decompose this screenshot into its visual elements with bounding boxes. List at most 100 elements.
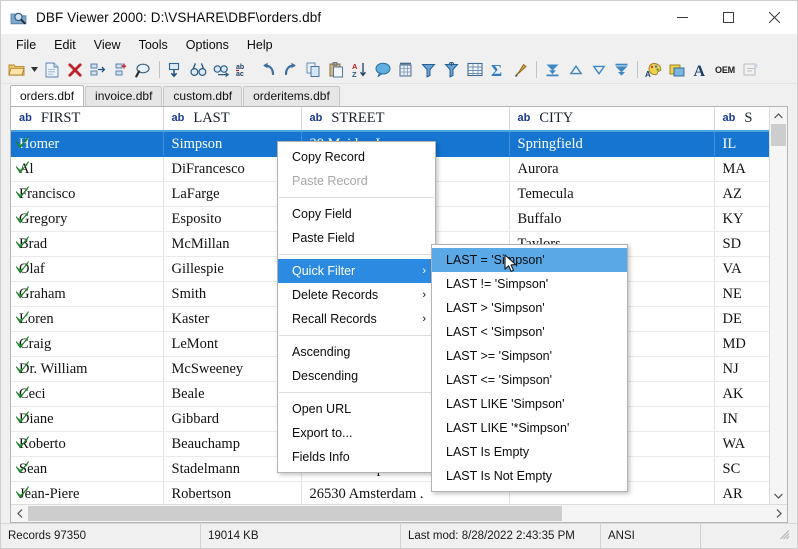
cell-state[interactable]: IN [714, 406, 769, 432]
vertical-scrollbar[interactable] [769, 107, 787, 504]
scroll-down-button[interactable] [770, 487, 787, 504]
cell-first[interactable]: Homer [11, 131, 164, 157]
cell-first[interactable]: Al [11, 156, 164, 182]
cell-city[interactable]: Buffalo [509, 206, 715, 232]
paste-icon[interactable] [325, 58, 348, 81]
cell-first[interactable]: Loren [11, 306, 164, 332]
quick-filter-option[interactable]: LAST LIKE 'Simpson' [432, 392, 627, 416]
cell-first[interactable]: Graham [11, 281, 164, 307]
quick-filter-option[interactable]: LAST <= 'Simpson' [432, 368, 627, 392]
cell-first[interactable]: Sean [11, 456, 164, 482]
menu-view[interactable]: View [85, 35, 130, 55]
goto-record-icon[interactable] [164, 58, 187, 81]
cell-state[interactable]: SC [714, 456, 769, 482]
table-grid-icon[interactable] [463, 58, 486, 81]
first-record-icon[interactable] [541, 58, 564, 81]
context-menu-item[interactable]: Ascending [278, 340, 435, 364]
cell-first[interactable]: Olaf [11, 256, 164, 282]
quick-filter-submenu[interactable]: LAST = 'Simpson' LAST != 'Simpson' LAST > … [431, 244, 628, 492]
vertical-scroll-thumb[interactable] [771, 124, 786, 146]
quick-filter-option[interactable]: LAST = 'Simpson' [432, 248, 627, 272]
table-row[interactable]: Jean-Piere Robertson 26530 Amsterdam . AR [11, 481, 769, 504]
column-header-state[interactable]: ab S [714, 107, 769, 132]
cell-first[interactable]: Craig [11, 331, 164, 357]
quick-filter-option[interactable]: LAST != 'Simpson' [432, 272, 627, 296]
dropdown-arrow-icon[interactable] [28, 58, 40, 81]
cell-state[interactable]: MD [714, 331, 769, 357]
cell-state[interactable]: MA [714, 156, 769, 182]
pack-icon[interactable] [417, 58, 440, 81]
context-menu-item[interactable]: Copy Field [278, 202, 435, 226]
cell-state[interactable]: SD [714, 231, 769, 257]
context-menu-item[interactable]: Delete Records › [278, 283, 435, 307]
menu-tools[interactable]: Tools [130, 35, 177, 55]
quick-filter-option[interactable]: LAST >= 'Simpson' [432, 344, 627, 368]
menu-file[interactable]: File [7, 35, 45, 55]
cell-state[interactable]: VA [714, 256, 769, 282]
find-next-icon[interactable] [210, 58, 233, 81]
prev-record-icon[interactable] [564, 58, 587, 81]
quick-filter-option[interactable]: LAST > 'Simpson' [432, 296, 627, 320]
horizontal-scroll-track[interactable] [28, 505, 770, 522]
context-menu-item[interactable]: Open URL [278, 397, 435, 421]
cell-state[interactable]: WA [714, 431, 769, 457]
menu-help[interactable]: Help [238, 35, 282, 55]
copy-icon[interactable] [302, 58, 325, 81]
maximize-button[interactable] [705, 1, 751, 34]
close-button[interactable] [751, 1, 797, 34]
context-menu-item[interactable]: Recall Records › [278, 307, 435, 331]
cell-first[interactable]: Francisco [11, 181, 164, 207]
cell-city[interactable]: Aurora [509, 156, 715, 182]
cell-state[interactable]: KY [714, 206, 769, 232]
cell-state[interactable]: DE [714, 306, 769, 332]
clean-icon[interactable] [509, 58, 532, 81]
redo-icon[interactable] [279, 58, 302, 81]
delete-record-icon[interactable] [63, 58, 86, 81]
cell-first[interactable]: Gregory [11, 206, 164, 232]
next-record-icon[interactable] [587, 58, 610, 81]
reindex-icon[interactable] [440, 58, 463, 81]
record-context-menu[interactable]: Copy Record Paste Record Copy Field Paste F… [277, 141, 436, 473]
horizontal-scroll-thumb[interactable] [28, 506, 563, 521]
replace-icon[interactable]: ab ac [233, 58, 256, 81]
cell-city[interactable]: Springfield [509, 131, 715, 157]
tab-custom[interactable]: custom.dbf [163, 86, 243, 106]
scroll-left-button[interactable] [11, 505, 28, 522]
append-record-icon[interactable] [109, 58, 132, 81]
quick-filter-option[interactable]: LAST Is Empty [432, 440, 627, 464]
cell-first[interactable]: Jean-Piere [11, 481, 164, 504]
tab-orderitems[interactable]: orderitems.dbf [243, 86, 340, 106]
scroll-up-button[interactable] [770, 107, 787, 124]
cell-first[interactable]: Brad [11, 231, 164, 257]
cell-state[interactable]: IL [714, 131, 769, 157]
context-menu-item[interactable]: Copy Record [278, 145, 435, 169]
insert-record-icon[interactable] [86, 58, 109, 81]
font-icon[interactable]: A [688, 58, 711, 81]
context-menu-item[interactable]: Fields Info [278, 445, 435, 469]
oem-icon[interactable]: OEM [711, 58, 739, 81]
cell-last[interactable]: Robertson [163, 481, 302, 504]
resize-grip-icon[interactable] [778, 528, 794, 544]
sum-icon[interactable]: Σ [486, 58, 509, 81]
cell-state[interactable]: AZ [714, 181, 769, 207]
scroll-right-button[interactable] [770, 505, 787, 522]
structure-icon[interactable] [394, 58, 417, 81]
quick-filter-option[interactable]: LAST < 'Simpson' [432, 320, 627, 344]
vertical-scroll-track[interactable] [770, 124, 787, 487]
horizontal-scrollbar[interactable] [11, 504, 787, 522]
memo-icon[interactable] [665, 58, 688, 81]
minimize-button[interactable] [659, 1, 705, 34]
quick-filter-option[interactable]: LAST LIKE '*Simpson' [432, 416, 627, 440]
context-menu-item[interactable]: Paste Field [278, 226, 435, 250]
tab-orders[interactable]: orders.dbf [10, 85, 85, 106]
menu-edit[interactable]: Edit [45, 35, 85, 55]
column-header-first[interactable]: ab FIRST [11, 107, 164, 132]
last-record-icon[interactable] [610, 58, 633, 81]
column-header-city[interactable]: ab CITY [509, 107, 715, 132]
cell-state[interactable]: AR [714, 481, 769, 504]
column-header-street[interactable]: ab STREET [301, 107, 510, 132]
context-menu-item[interactable]: Export to... [278, 421, 435, 445]
palette-icon[interactable]: A [642, 58, 665, 81]
cell-state[interactable]: NJ [714, 356, 769, 382]
context-menu-item[interactable]: Descending [278, 364, 435, 388]
